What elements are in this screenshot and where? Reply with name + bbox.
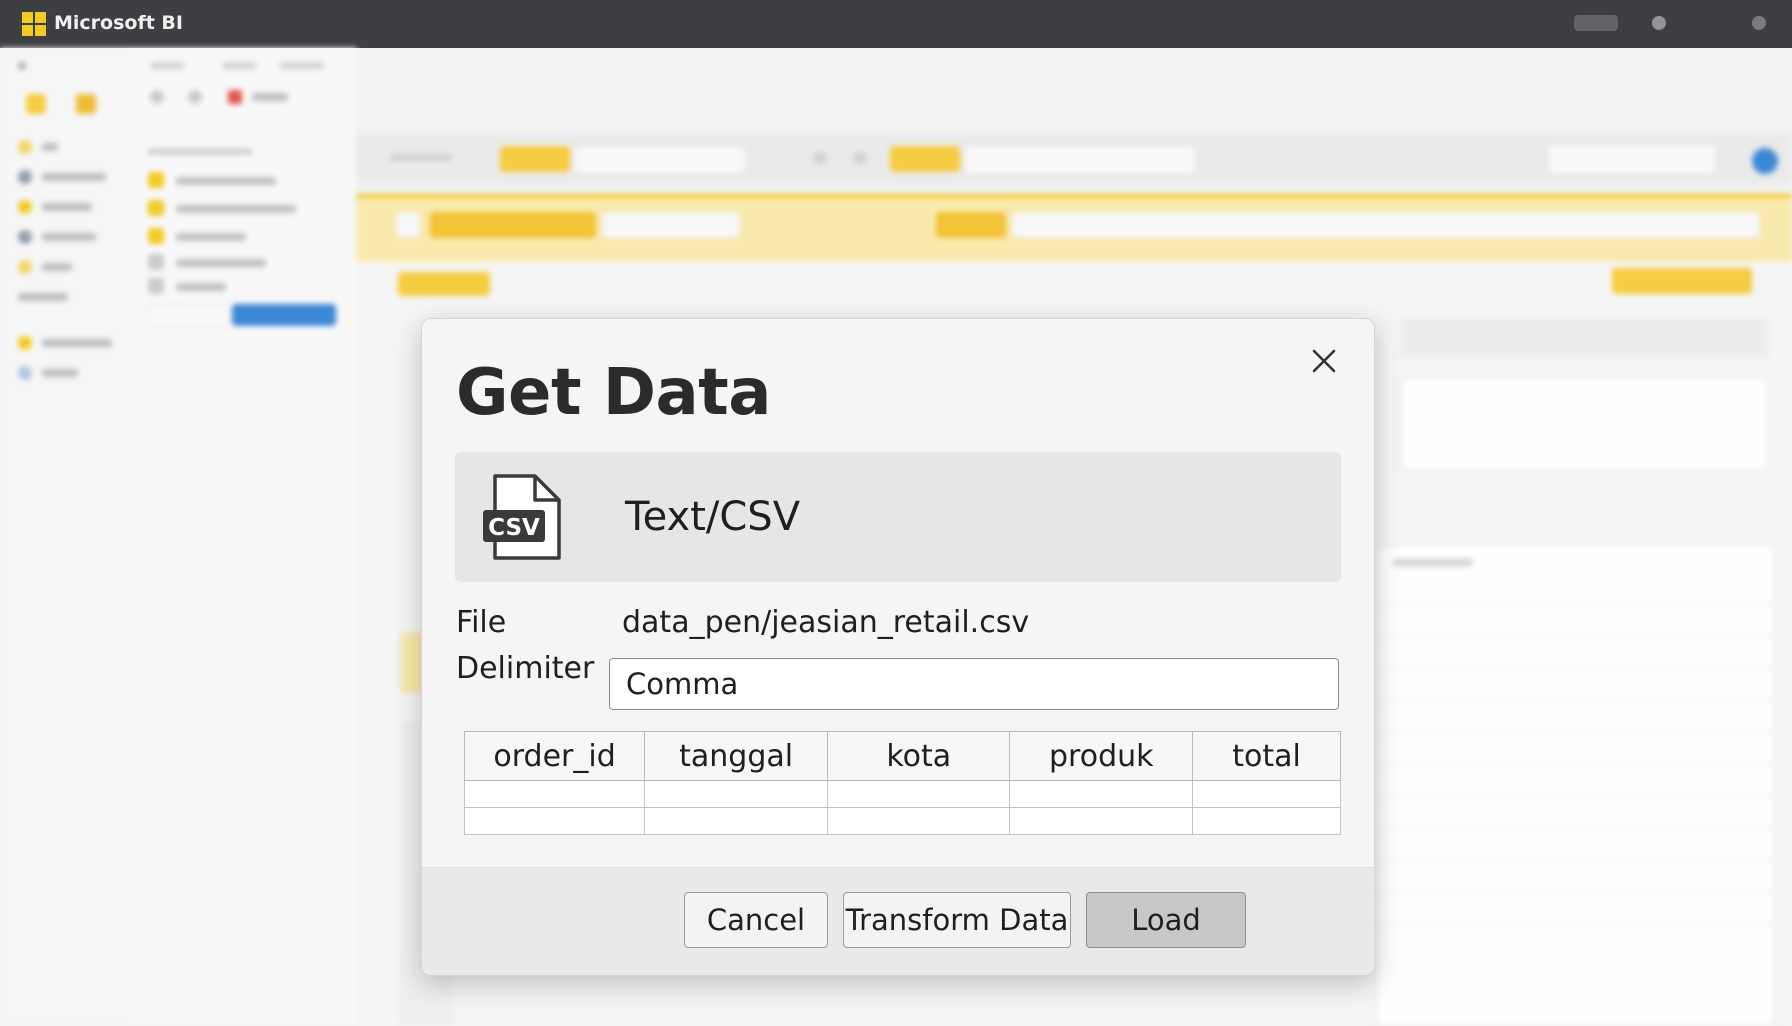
delimiter-label: Delimiter	[456, 651, 595, 686]
get-data-dialog: Get Data CSV Text/CSV File data_pen/jeas…	[421, 318, 1375, 976]
file-path-value: data_pen/jeasian_retail.csv	[622, 605, 1030, 640]
table-cell	[1009, 807, 1194, 835]
column-header: kota	[827, 731, 1011, 781]
csv-file-icon: CSV	[483, 474, 561, 560]
column-header: total	[1192, 731, 1341, 781]
close-icon	[1312, 349, 1336, 373]
table-cell	[827, 807, 1011, 835]
delimiter-input[interactable]	[609, 658, 1339, 710]
data-source-card: CSV Text/CSV	[455, 452, 1341, 582]
table-cell	[827, 780, 1011, 808]
table-cell	[463, 780, 646, 808]
load-button[interactable]: Load	[1086, 892, 1246, 948]
table-row	[463, 780, 1341, 808]
table-cell	[1192, 780, 1341, 808]
cancel-button[interactable]: Cancel	[684, 892, 828, 948]
table-row	[463, 807, 1341, 835]
table-cell	[463, 807, 646, 835]
table-cell	[644, 780, 829, 808]
column-header: produk	[1009, 731, 1194, 781]
file-label: File	[456, 605, 507, 640]
column-header: order_id	[463, 731, 646, 781]
table-header-row: order_id tanggal kota produk total	[463, 731, 1341, 781]
data-source-name: Text/CSV	[625, 494, 801, 540]
transform-data-button[interactable]: Transform Data	[843, 892, 1071, 948]
dialog-footer: Cancel Transform Data Load	[422, 867, 1374, 975]
close-button[interactable]	[1304, 341, 1344, 381]
table-cell	[1192, 807, 1341, 835]
dialog-title: Get Data	[456, 356, 771, 430]
csv-icon-label: CSV	[488, 515, 540, 541]
table-cell	[644, 807, 829, 835]
column-header: tanggal	[644, 731, 829, 781]
data-preview-table: order_id tanggal kota produk total	[463, 731, 1341, 835]
table-cell	[1009, 780, 1194, 808]
